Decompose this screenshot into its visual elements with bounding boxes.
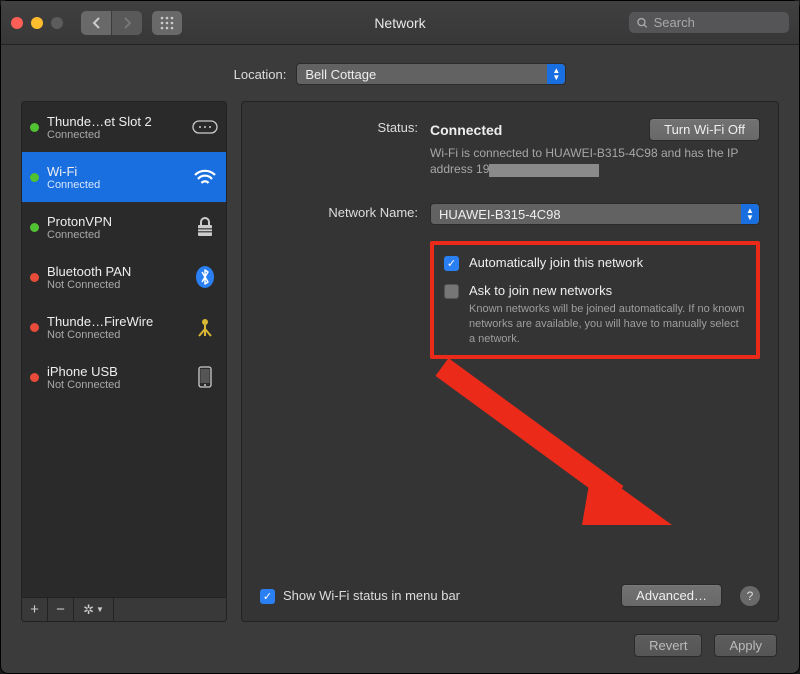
show-menu-label: Show Wi-Fi status in menu bar [283,588,460,603]
network-prefs-window: Network Location: Bell Cottage ▲▼ Thunde… [0,0,800,674]
status-label: Status: [260,118,430,135]
titlebar: Network [1,1,799,45]
sidebar-item-thunderbolt[interactable]: Thunde…et Slot 2 Connected [22,102,226,152]
zoom-window-button[interactable] [51,17,63,29]
phone-icon [192,364,218,390]
sidebar-item-label: Thunde…et Slot 2 [47,114,184,129]
show-menu-checkbox[interactable]: ✓ [260,589,275,604]
add-service-button[interactable]: + [22,598,48,621]
chevron-left-icon [92,17,101,29]
network-name-row: Network Name: HUAWEI-B315-4C98 ▲▼ [260,203,760,225]
sidebar-item-iphone[interactable]: iPhone USB Not Connected [22,352,226,402]
sidebar-item-status: Connected [47,179,184,191]
status-value: Connected [430,122,502,138]
sidebar-wrap: Thunde…et Slot 2 Connected Wi-Fi Connect… [21,101,227,622]
firewire-icon [192,314,218,340]
ask-join-row[interactable]: Ask to join new networks Known networks … [444,283,746,347]
wifi-toggle-button[interactable]: Turn Wi-Fi Off [649,118,760,141]
ask-join-label: Ask to join new networks [469,283,746,298]
network-name-value: HUAWEI-B315-4C98 [439,207,561,222]
sidebar-item-protonvpn[interactable]: ProtonVPN Connected [22,202,226,252]
sidebar-item-wifi[interactable]: Wi-Fi Connected [22,152,226,202]
chevron-right-icon [123,17,132,29]
network-services-list: Thunde…et Slot 2 Connected Wi-Fi Connect… [21,101,227,598]
sidebar-item-label: Bluetooth PAN [47,264,184,279]
nav-buttons [81,11,142,35]
location-select[interactable]: Bell Cottage ▲▼ [296,63,566,85]
sidebar-item-bluetooth[interactable]: Bluetooth PAN Not Connected [22,252,226,302]
apply-button[interactable]: Apply [714,634,777,657]
auto-join-label: Automatically join this network [469,255,643,270]
ask-join-checkbox[interactable] [444,284,459,299]
window-controls [11,17,63,29]
bottom-row: ✓ Show Wi-Fi status in menu bar Advanced… [260,584,760,607]
service-actions-menu[interactable]: ✲ ▼ [74,598,114,621]
status-row: Status: Connected Turn Wi-Fi Off Wi-Fi i… [260,118,760,177]
remove-service-button[interactable]: − [48,598,74,621]
status-dot-icon [30,323,39,332]
show-menu-row[interactable]: ✓ Show Wi-Fi status in menu bar [260,588,460,604]
minimize-window-button[interactable] [31,17,43,29]
status-dot-icon [30,223,39,232]
location-row: Location: Bell Cottage ▲▼ [1,45,799,101]
footer: Revert Apply [1,622,799,673]
ask-join-description: Known networks will be joined automatica… [469,302,746,347]
chevron-down-icon: ▼ [96,605,104,614]
detail-panel: Status: Connected Turn Wi-Fi Off Wi-Fi i… [241,101,779,622]
sidebar-item-status: Not Connected [47,379,184,391]
show-all-prefs-button[interactable] [152,11,182,35]
location-value: Bell Cottage [305,67,376,82]
status-dot-icon [30,123,39,132]
thunderbolt-icon [192,114,218,140]
window-title: Network [374,15,425,31]
back-button[interactable] [81,11,111,35]
status-dot-icon [30,273,39,282]
close-window-button[interactable] [11,17,23,29]
lock-icon [192,214,218,240]
auto-join-checkbox[interactable]: ✓ [444,256,459,271]
wifi-icon [192,164,218,190]
location-label: Location: [234,67,287,82]
arrow-annotation-icon [422,347,682,547]
sidebar-item-status: Connected [47,229,184,241]
forward-button [112,11,142,35]
sidebar-item-firewire[interactable]: Thunde…FireWire Not Connected [22,302,226,352]
sidebar-item-status: Not Connected [47,279,184,291]
redacted-ip [489,164,599,177]
select-stepper-icon: ▲▼ [741,204,759,224]
grid-icon [160,16,174,30]
gear-icon: ✲ [83,602,94,618]
network-name-label: Network Name: [260,203,430,220]
revert-button[interactable]: Revert [634,634,702,657]
search-field-wrap[interactable] [629,12,789,33]
search-icon [637,17,648,29]
bluetooth-icon [192,264,218,290]
sidebar-item-status: Connected [47,129,184,141]
advanced-button[interactable]: Advanced… [621,584,722,607]
status-dot-icon [30,173,39,182]
search-input[interactable] [654,15,781,30]
select-stepper-icon: ▲▼ [547,64,565,84]
status-dot-icon [30,373,39,382]
highlight-annotation: ✓ Automatically join this network Ask to… [430,241,760,359]
body: Thunde…et Slot 2 Connected Wi-Fi Connect… [1,101,799,622]
sidebar-item-label: ProtonVPN [47,214,184,229]
sidebar-item-status: Not Connected [47,329,184,341]
sidebar-item-label: iPhone USB [47,364,184,379]
network-name-select[interactable]: HUAWEI-B315-4C98 ▲▼ [430,203,760,225]
sidebar-item-label: Wi-Fi [47,164,184,179]
sidebar-toolbar: + − ✲ ▼ [21,598,227,622]
status-description: Wi-Fi is connected to HUAWEI-B315-4C98 a… [430,145,760,177]
sidebar-item-label: Thunde…FireWire [47,314,184,329]
auto-join-row[interactable]: ✓ Automatically join this network [444,255,746,271]
help-button[interactable]: ? [740,586,760,606]
